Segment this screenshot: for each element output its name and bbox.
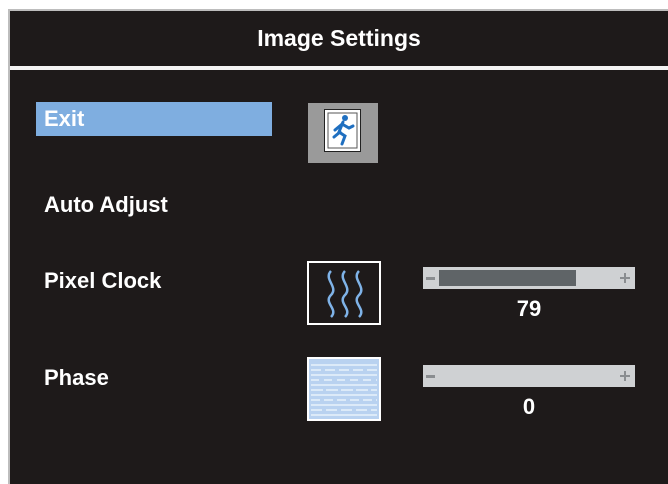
menu-item-phase-label: Phase bbox=[44, 365, 109, 390]
exit-icon[interactable] bbox=[308, 103, 378, 163]
title-bar: Image Settings bbox=[10, 11, 668, 70]
menu-item-exit-label: Exit bbox=[44, 106, 85, 131]
plus-icon-vertical bbox=[624, 371, 626, 381]
running-man-icon bbox=[327, 112, 358, 149]
pixel-clock-slider-fill bbox=[439, 270, 576, 286]
minus-icon bbox=[426, 277, 435, 280]
menu-item-pixel-clock[interactable]: Pixel Clock bbox=[36, 264, 272, 298]
phase-value: 0 bbox=[522, 394, 536, 419]
phase-slider[interactable] bbox=[423, 365, 635, 387]
pixel-clock-value: 79 bbox=[516, 296, 542, 321]
menu-item-phase[interactable]: Phase bbox=[36, 361, 272, 395]
osd-menu: Image Settings Exit Auto Adjust Pixel Cl… bbox=[8, 9, 668, 484]
pixel-clock-icon bbox=[307, 261, 381, 325]
minus-icon bbox=[426, 375, 435, 378]
menu-item-auto-adjust-label: Auto Adjust bbox=[44, 192, 168, 217]
phase-icon bbox=[307, 357, 381, 421]
menu-item-exit[interactable]: Exit bbox=[36, 102, 272, 136]
page-title: Image Settings bbox=[257, 25, 421, 51]
pixel-clock-slider[interactable] bbox=[423, 267, 635, 289]
menu-item-auto-adjust[interactable]: Auto Adjust bbox=[36, 188, 272, 222]
plus-icon-vertical bbox=[624, 273, 626, 283]
menu-item-pixel-clock-label: Pixel Clock bbox=[44, 268, 162, 293]
exit-door-icon bbox=[324, 109, 361, 152]
